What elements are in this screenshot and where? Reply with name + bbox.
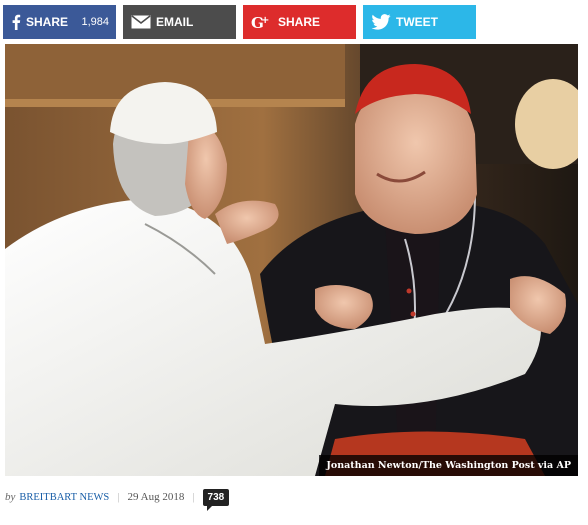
- facebook-share-button[interactable]: SHARE 1,984: [3, 5, 116, 39]
- twitter-bird-icon: [371, 14, 391, 30]
- google-plus-share-button[interactable]: g + SHARE: [243, 5, 356, 39]
- photo-illustration: [5, 44, 578, 476]
- publish-date: 29 Aug 2018: [127, 491, 185, 503]
- email-share-label: EMAIL: [156, 15, 194, 29]
- facebook-share-label: SHARE: [26, 15, 69, 29]
- comment-count-badge[interactable]: 738: [202, 488, 230, 511]
- author-link[interactable]: BREITBART NEWS: [19, 492, 109, 503]
- article-photo: Jonathan Newton/The Washington Post via …: [5, 44, 578, 476]
- share-bar: SHARE 1,984 EMAIL g + SHARE TWEET: [3, 5, 583, 39]
- photo-credit: Jonathan Newton/The Washington Post via …: [319, 455, 578, 476]
- svg-text:+: +: [261, 15, 269, 26]
- twitter-tweet-label: TWEET: [396, 15, 438, 29]
- google-plus-icon: g +: [251, 14, 273, 30]
- byline-divider: |: [192, 491, 195, 503]
- facebook-share-count: 1,984: [81, 16, 109, 28]
- facebook-icon: [11, 14, 21, 30]
- article-byline: by BREITBART NEWS | 29 Aug 2018 | 738: [5, 487, 230, 511]
- email-share-button[interactable]: EMAIL: [123, 5, 236, 39]
- byline-divider: |: [117, 491, 120, 503]
- google-plus-share-label: SHARE: [278, 15, 321, 29]
- twitter-tweet-button[interactable]: TWEET: [363, 5, 476, 39]
- envelope-icon: [131, 15, 151, 29]
- byline-prefix: by: [5, 491, 16, 503]
